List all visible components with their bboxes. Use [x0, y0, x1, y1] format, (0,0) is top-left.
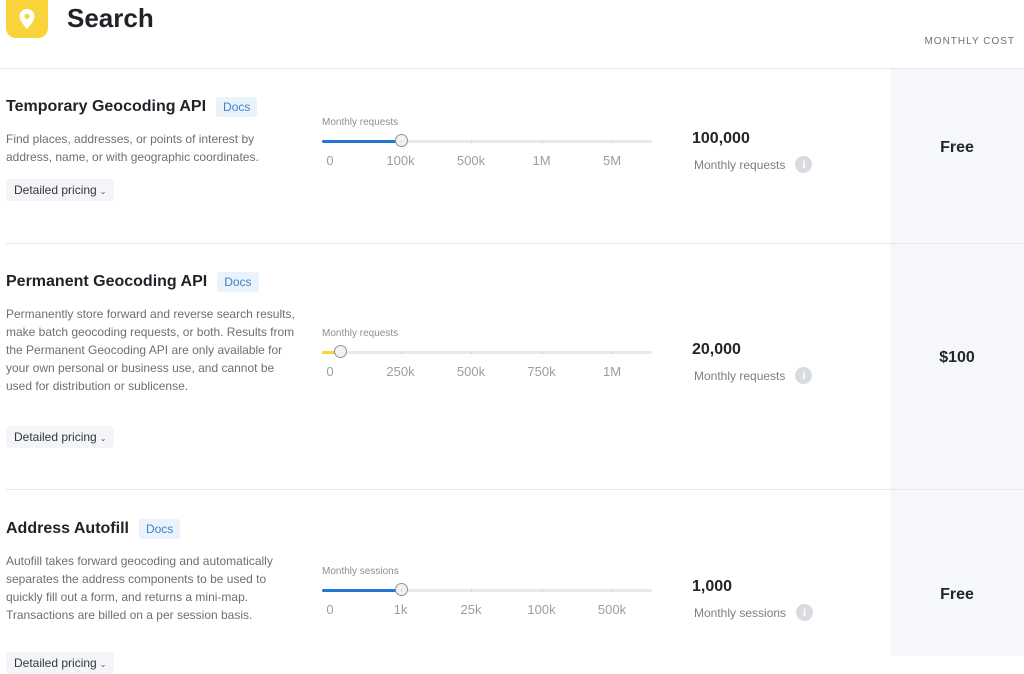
slider-track[interactable] — [322, 345, 652, 358]
page-header: Search MONTHLY COST — [0, 0, 1024, 69]
usage-unit: Monthly requests — [694, 157, 786, 172]
monthly-cost-value: Free — [940, 139, 974, 156]
slider-tick-label: 1M — [602, 364, 622, 379]
usage-unit: Monthly sessions — [694, 605, 787, 620]
slider-tick — [541, 351, 543, 354]
slider-tick-label: 0 — [326, 364, 334, 379]
product-title: Permanent Geocoding API — [6, 273, 208, 290]
slider-label: Monthly requests — [322, 117, 399, 128]
monthly-cost-value: Free — [940, 586, 974, 603]
usage-summary: 1,000 Monthly sessions i — [692, 578, 814, 621]
monthly-cost-value: $100 — [939, 349, 975, 366]
docs-link[interactable]: Docs — [217, 272, 259, 292]
usage-slider[interactable]: Monthly requests 0 100k 500k 1M 5M — [322, 117, 652, 173]
slider-tick — [471, 589, 472, 592]
slider-label: Monthly requests — [322, 328, 399, 339]
slider-tick-label: 500k — [456, 364, 486, 379]
slider-tick — [541, 140, 543, 143]
usage-summary: 100,000 Monthly requests i — [692, 130, 813, 173]
docs-link[interactable]: Docs — [216, 97, 258, 117]
detailed-pricing-button[interactable]: Detailed pricing ⌄ — [6, 179, 115, 201]
slider-tick — [400, 351, 402, 354]
slider-thumb[interactable] — [333, 345, 347, 358]
slider-fill — [322, 140, 401, 143]
slider-tick-labels: 0 1k 25k 100k 500k — [322, 602, 652, 622]
slider-track[interactable] — [322, 134, 652, 147]
search-product-logo — [6, 0, 48, 38]
detailed-pricing-button[interactable]: Detailed pricing ⌄ — [6, 426, 115, 448]
slider-tick — [612, 140, 613, 143]
product-row: Temporary Geocoding API Docs Find places… — [0, 69, 1024, 244]
slider-tick-label: 100k — [527, 602, 556, 617]
detailed-pricing-label: Detailed pricing — [14, 430, 97, 444]
monthly-cost-column-heading: MONTHLY COST — [924, 36, 1015, 47]
page-title: Search — [67, 3, 154, 33]
slider-tick-label: 500k — [597, 602, 627, 617]
product-row: Permanent Geocoding API Docs Permanently… — [0, 244, 1024, 490]
slider-tick — [400, 140, 402, 143]
chevron-down-icon: ⌄ — [99, 660, 107, 669]
usage-value: 100,000 — [692, 130, 750, 147]
slider-tick — [612, 589, 613, 592]
slider-fill — [322, 589, 401, 592]
product-row: Address Autofill Docs Autofill takes for… — [0, 490, 1024, 674]
info-icon[interactable]: i — [796, 604, 814, 621]
slider-tick-label: 5M — [602, 153, 622, 168]
usage-value: 20,000 — [692, 341, 741, 358]
detailed-pricing-label: Detailed pricing — [14, 656, 97, 670]
usage-summary: 20,000 Monthly requests i — [692, 341, 813, 384]
product-title: Temporary Geocoding API — [6, 98, 207, 115]
slider-tick-label: 100k — [386, 153, 415, 168]
slider-tick-label: 0 — [326, 153, 334, 168]
product-description: Find places, addresses, or points of int… — [6, 132, 259, 164]
slider-tick — [612, 351, 613, 354]
slider-tick-label: 0 — [326, 602, 334, 617]
slider-tick-label: 750k — [527, 364, 556, 379]
slider-label: Monthly sessions — [322, 566, 399, 577]
slider-tick-label: 500k — [456, 153, 486, 168]
info-icon[interactable]: i — [795, 367, 813, 384]
slider-tick-label: 25k — [460, 602, 482, 617]
usage-slider[interactable]: Monthly sessions 0 1k 25k 100k 500k — [322, 566, 652, 622]
slider-tick — [400, 589, 402, 592]
usage-value: 1,000 — [692, 578, 733, 595]
slider-tick-labels: 0 250k 500k 750k 1M — [322, 364, 652, 384]
chevron-down-icon: ⌄ — [99, 187, 107, 196]
usage-slider[interactable]: Monthly requests 0 250k 500k 750k 1M — [322, 328, 652, 384]
product-title: Address Autofill — [6, 520, 129, 537]
usage-unit: Monthly requests — [694, 368, 786, 383]
info-icon[interactable]: i — [795, 156, 813, 173]
slider-tick-label: 1k — [393, 602, 408, 617]
map-pin-icon — [19, 9, 35, 29]
chevron-down-icon: ⌄ — [99, 434, 107, 443]
detailed-pricing-label: Detailed pricing — [14, 183, 97, 197]
slider-tick — [471, 140, 472, 143]
slider-tick — [471, 351, 472, 354]
slider-track[interactable] — [322, 583, 652, 596]
docs-link[interactable]: Docs — [138, 519, 181, 539]
slider-tick-labels: 0 100k 500k 1M 5M — [322, 153, 652, 173]
detailed-pricing-button[interactable]: Detailed pricing ⌄ — [6, 652, 115, 674]
slider-tick-label: 1M — [532, 153, 551, 168]
slider-tick — [541, 589, 543, 592]
slider-tick-label: 250k — [386, 364, 415, 379]
product-description: Permanently store forward and reverse se… — [6, 307, 295, 393]
product-description: Autofill takes forward geocoding and aut… — [6, 554, 273, 622]
